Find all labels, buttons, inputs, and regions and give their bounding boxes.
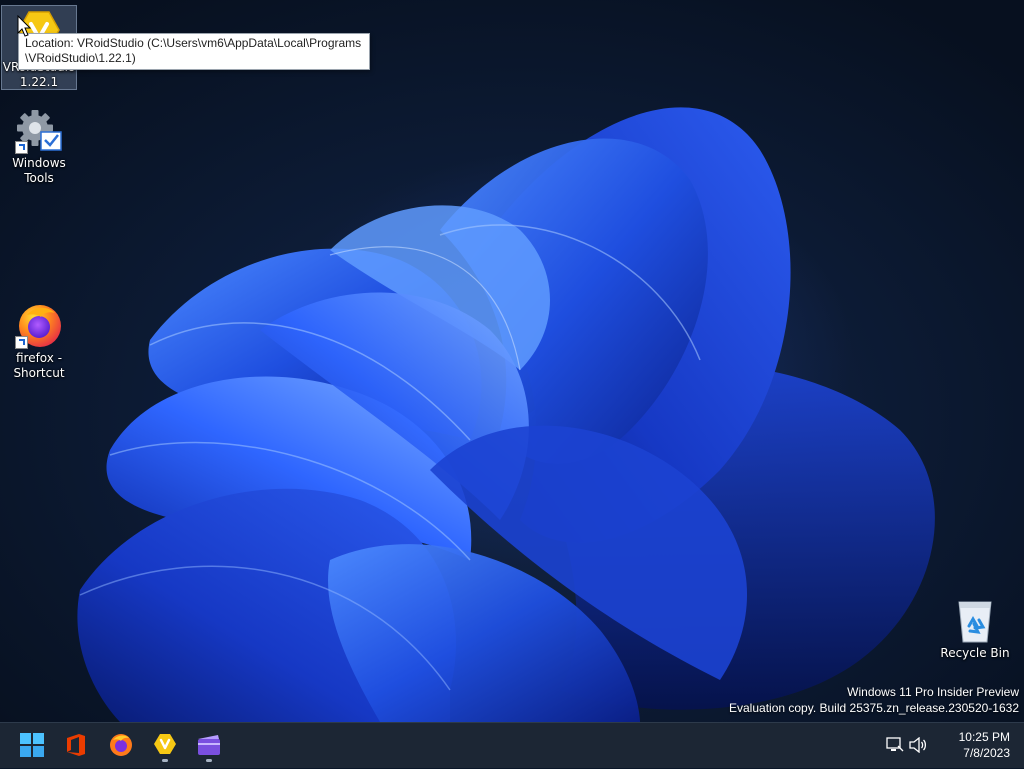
- taskbar-clipchamp-button[interactable]: [190, 727, 228, 763]
- running-indicator: [206, 759, 212, 762]
- desktop-icon-label: Recycle Bin: [940, 646, 1010, 660]
- taskbar-firefox-button[interactable]: [102, 727, 140, 763]
- volume-icon[interactable]: [909, 736, 927, 757]
- taskbar-office-button[interactable]: [57, 727, 95, 763]
- system-tray: 10:25 PM 7/8/2023: [884, 723, 1024, 769]
- clipchamp-icon: [198, 735, 220, 755]
- watermark-line2: Evaluation copy. Build 25375.zn_release.…: [729, 701, 1019, 715]
- clock-time: 10:25 PM: [958, 730, 1010, 744]
- shortcut-arrow-icon: [15, 141, 28, 154]
- watermark-line1: Windows 11 Pro Insider Preview: [847, 685, 1019, 699]
- desktop-icon-recycle-bin[interactable]: Recycle Bin: [937, 592, 1013, 661]
- desktop-icon-label-line2: 1.22.1: [19, 75, 59, 89]
- windows-tools-icon: [15, 106, 63, 154]
- firefox-icon: [15, 301, 63, 349]
- shortcut-arrow-icon: [15, 336, 28, 349]
- firefox-icon: [110, 734, 132, 756]
- taskbar: 10:25 PM 7/8/2023: [0, 722, 1024, 768]
- wallpaper-bloom: [77, 107, 935, 722]
- vroid-studio-icon: [154, 734, 176, 754]
- desktop-icon-firefox-shortcut[interactable]: firefox - Shortcut: [1, 297, 77, 381]
- taskbar-clock[interactable]: 10:25 PM 7/8/2023: [959, 729, 1010, 761]
- mouse-cursor-icon: [17, 15, 31, 37]
- evaluation-watermark: Windows 11 Pro Insider Preview Evaluatio…: [729, 684, 1019, 716]
- clock-date: 7/8/2023: [963, 746, 1010, 760]
- desktop-icon-label-line1: firefox -: [15, 351, 63, 365]
- desktop-icon-label-line1: Windows: [12, 156, 66, 170]
- office-icon: [67, 734, 85, 756]
- taskbar-vroid-studio-button[interactable]: [146, 727, 184, 763]
- desktop-icon-label-line2: Tools: [24, 171, 54, 185]
- network-icon[interactable]: [886, 737, 904, 757]
- icon-location-tooltip: Location: VRoidStudio (C:\Users\vm6\AppD…: [18, 33, 370, 70]
- windows-logo-icon: [20, 733, 44, 757]
- start-button[interactable]: [13, 727, 51, 763]
- desktop[interactable]: VRoidStudio 1.22.1: [0, 0, 1024, 722]
- recycle-bin-icon: [951, 596, 999, 644]
- desktop-icon-label-line2: Shortcut: [13, 366, 65, 380]
- running-indicator: [162, 759, 168, 762]
- desktop-icon-windows-tools[interactable]: Windows Tools: [1, 102, 77, 186]
